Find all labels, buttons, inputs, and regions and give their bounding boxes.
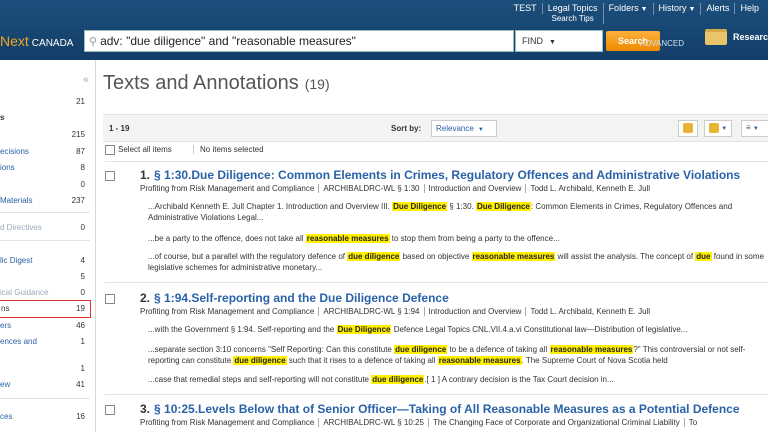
sidebar-divider	[0, 212, 90, 213]
search-term-highlight: due diligence	[347, 252, 401, 261]
page-title-text: Texts and Annotations	[103, 72, 299, 94]
util-link-alerts[interactable]: Alerts	[701, 3, 736, 14]
selection-status: No items selected	[193, 145, 264, 154]
find-dropdown[interactable]: FIND ▼	[515, 30, 603, 52]
result-checkbox[interactable]	[105, 171, 115, 181]
result-item: 1. § 1:30.Due Diligence: Common Elements …	[105, 168, 768, 278]
search-term-highlight: due diligence	[371, 375, 425, 384]
search-term-highlight: reasonable measures	[437, 355, 522, 365]
result-item: 3. § 10:25.Levels Below that of Senior Of…	[105, 402, 768, 432]
chevron-down-icon: ▼	[688, 6, 696, 13]
research-folders[interactable]: Research	[705, 29, 768, 45]
result-snippet: ...separate section 3:10 concerns "Self …	[148, 345, 746, 365]
sort-value: Relevance	[436, 124, 474, 133]
chevron-down-icon: ▼	[549, 39, 556, 46]
divider	[105, 161, 768, 162]
chevron-down-icon: ▼	[721, 126, 728, 133]
result-meta: Profiting from Risk Management and Compl…	[140, 307, 655, 316]
search-term-highlight: reasonable measures	[471, 252, 556, 261]
chevron-down-icon: ▼	[477, 127, 484, 133]
search-input[interactable]: adv: "due diligence" and "reasonable mea…	[100, 34, 356, 48]
util-link-help[interactable]: Help	[735, 3, 764, 14]
sidebar-divider	[0, 398, 90, 399]
logo-text: Next	[0, 33, 29, 49]
utility-nav: TEST Legal Topics Search Tips Folders ▼ H…	[509, 3, 764, 24]
search-term-highlight: due diligence	[394, 345, 448, 354]
find-label: FIND	[522, 36, 543, 46]
research-label[interactable]: Research	[733, 32, 768, 42]
search-term-highlight: due diligence	[233, 355, 287, 365]
selection-row: Select all items No items selected	[105, 142, 768, 160]
chevron-down-icon: ▼	[752, 126, 759, 132]
result-snippet: ...with the Government § 1:94. Self-repo…	[148, 325, 688, 334]
page-title: Texts and Annotations (19)	[103, 72, 330, 95]
sort-select[interactable]: Relevance ▼	[431, 120, 497, 137]
history-label[interactable]: History	[659, 3, 687, 13]
result-item: 2. § 1:94.Self-reporting and the Due Dili…	[105, 291, 768, 401]
result-snippet: ...case that remedial steps and self-rep…	[148, 375, 614, 384]
util-link-folders[interactable]: Folders ▼	[604, 3, 654, 15]
brand-logo[interactable]: Next CANADA	[0, 33, 73, 49]
search-term-highlight: reasonable measures	[305, 234, 390, 243]
result-checkbox[interactable]	[105, 405, 115, 415]
search-term-highlight: reasonable measures	[549, 345, 634, 354]
folders-label[interactable]: Folders	[609, 3, 639, 13]
result-title-link[interactable]: 3. § 10:25.Levels Below that of Senior Of…	[140, 402, 740, 416]
advanced-search-link[interactable]: ADVANCED	[634, 39, 684, 48]
sidebar-divider	[0, 240, 90, 241]
result-snippet: ...Archibald Kenneth E. Jull Chapter 1. …	[148, 202, 733, 222]
result-checkbox[interactable]	[105, 294, 115, 304]
top-header: TEST Legal Topics Search Tips Folders ▼ H…	[0, 0, 768, 60]
util-link-history[interactable]: History ▼	[654, 3, 702, 15]
result-title-link[interactable]: 2. § 1:94.Self-reporting and the Due Dili…	[140, 291, 449, 305]
util-link-test[interactable]: TEST	[509, 3, 543, 14]
view-options-button[interactable]: ≡ ▼	[741, 120, 768, 137]
result-count: (19)	[304, 76, 330, 92]
divider	[105, 394, 768, 395]
search-tips-link[interactable]: Search Tips	[552, 14, 594, 24]
chevron-down-icon: ▼	[640, 6, 648, 13]
util-link-legal-topics[interactable]: Legal Topics Search Tips	[543, 3, 604, 24]
search-term-highlight: Due Diligence	[475, 202, 531, 211]
select-all-checkbox[interactable]	[105, 145, 115, 155]
folder-icon	[705, 29, 727, 45]
result-range: 1 - 19	[109, 124, 130, 133]
result-snippet: ...of course, but a parallel with the re…	[148, 252, 764, 272]
sidebar-item-annotations-selected[interactable]: ns 19	[0, 300, 91, 318]
folder-icon	[709, 123, 719, 133]
deliver-button[interactable]	[678, 120, 698, 137]
divider	[105, 282, 768, 283]
content-type-sidebar: « 21 s 215 ecisions 87 ions 8 0 Materials 2…	[0, 60, 96, 432]
search-term-highlight: due	[695, 252, 712, 261]
select-all-label[interactable]: Select all items	[118, 145, 172, 154]
menu-icon: ≡	[746, 123, 751, 132]
collapse-sidebar-icon[interactable]: «	[83, 74, 89, 86]
search-term-highlight: Due Diligence	[336, 325, 392, 334]
sort-label: Sort by:	[391, 124, 422, 133]
legal-topics-label[interactable]: Legal Topics	[548, 3, 598, 14]
result-snippet: ...be a party to the offence, does not t…	[148, 234, 560, 243]
search-icon: ⚲	[89, 35, 98, 48]
search-term-highlight: Due Diligence	[392, 202, 448, 211]
folder-menu-button[interactable]: ▼	[704, 120, 733, 137]
result-meta: Profiting from Risk Management and Compl…	[140, 184, 655, 193]
results-toolbar: 1 - 19 Sort by: Relevance ▼ ▼ ≡ ▼	[103, 114, 768, 142]
results-main: Texts and Annotations (19) 1 - 19 Sort by…	[96, 60, 768, 432]
search-box[interactable]: ⚲ adv: "due diligence" and "reasonable m…	[84, 30, 514, 52]
logo-country: CANADA	[31, 38, 74, 49]
folder-icon	[683, 123, 693, 133]
result-meta: Profiting from Risk Management and Compl…	[140, 418, 702, 427]
result-title-link[interactable]: 1. § 1:30.Due Diligence: Common Elements …	[140, 168, 740, 182]
